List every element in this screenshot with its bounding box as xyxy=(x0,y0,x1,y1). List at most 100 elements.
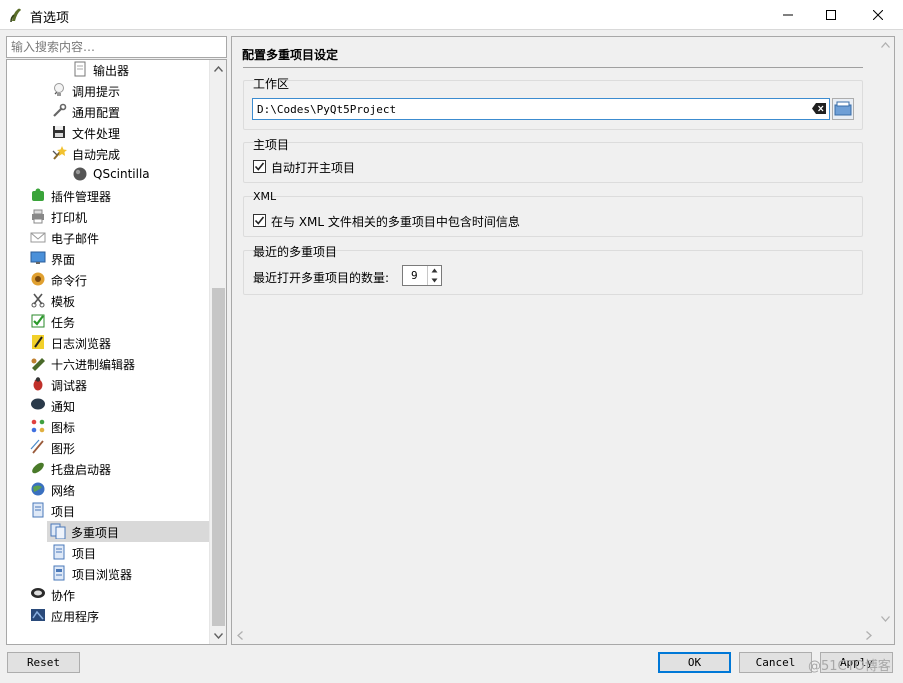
sidebar-item-24[interactable]: 项目 xyxy=(8,542,210,563)
include-timestamp-checkbox[interactable] xyxy=(253,214,266,227)
sidebar-item-16[interactable]: 调试器 xyxy=(8,374,210,395)
mail-icon xyxy=(30,232,46,243)
icons-icon xyxy=(31,419,45,433)
scissors-icon xyxy=(31,293,45,308)
sidebar-item-label: 插件管理器 xyxy=(51,190,112,204)
sidebar-item-1[interactable]: 输出器 xyxy=(8,60,210,80)
sidebar-item-13[interactable]: 任务 xyxy=(8,311,210,332)
recent-group-title: 最近的多重项目 xyxy=(253,245,338,259)
settings-tree[interactable]: 输出器调用提示通用配置 文件处理自动完成 QScintilla 插件管理器打印机电子邮… xyxy=(6,59,227,645)
hex-editor-icon xyxy=(31,358,45,371)
auto-open-master-label[interactable]: 自动打开主项目 xyxy=(271,159,355,176)
sidebar-item-label: 命令行 xyxy=(51,274,88,288)
sidebar-item-label: 项目浏览器 xyxy=(72,568,133,582)
sidebar-item-19[interactable]: 图形 xyxy=(8,437,210,458)
page-icon xyxy=(74,61,86,77)
sidebar-item-label: 调用提示 xyxy=(72,85,121,99)
sidebar-item-8[interactable]: 打印机 xyxy=(8,206,210,227)
page-title: 配置多重项目设定 xyxy=(242,48,339,62)
minimize-icon xyxy=(783,14,793,16)
workspace-group-title: 工作区 xyxy=(253,77,290,91)
bulb-icon xyxy=(54,83,64,96)
scroll-thumb[interactable] xyxy=(212,288,225,626)
minimize-button[interactable] xyxy=(765,0,811,30)
chevron-left-icon[interactable] xyxy=(232,627,249,644)
sidebar-item-9[interactable]: 电子邮件 xyxy=(8,227,210,248)
sidebar-item-label: QScintilla xyxy=(93,167,150,181)
multiproject-icon xyxy=(50,523,66,539)
sidebar-item-27[interactable]: 应用程序 xyxy=(8,605,210,626)
sidebar-item-25[interactable]: 项目浏览器 xyxy=(8,563,210,584)
printer-icon xyxy=(32,209,44,224)
search-input[interactable] xyxy=(6,36,227,58)
ball-icon xyxy=(73,167,87,181)
maximize-button[interactable] xyxy=(808,0,854,30)
sidebar-item-5[interactable]: 自动完成 xyxy=(8,143,210,164)
title-separator xyxy=(243,67,863,68)
chevron-up-icon[interactable] xyxy=(877,37,894,54)
brush-icon xyxy=(30,439,44,454)
sidebar-item-12[interactable]: 模板 xyxy=(8,290,210,311)
sidebar-item-label: 项目 xyxy=(51,505,76,519)
title-bar: 首选项 xyxy=(0,0,903,30)
sidebar-item-17[interactable]: 通知 xyxy=(8,395,210,416)
sidebar-item-15[interactable]: 十六进制编辑器 xyxy=(8,353,210,374)
scroll-up-button[interactable] xyxy=(210,60,226,77)
sidebar-item-3[interactable]: 通用配置 xyxy=(8,101,210,122)
sidebar-item-10[interactable]: 界面 xyxy=(8,248,210,269)
spin-down-icon[interactable] xyxy=(428,276,441,285)
sidebar-item-label: 模板 xyxy=(51,295,76,309)
close-button[interactable] xyxy=(855,0,901,30)
window-title: 首选项 xyxy=(30,11,70,26)
sidebar-item-22[interactable]: 项目 xyxy=(8,500,210,521)
workspace-path-input[interactable] xyxy=(252,98,830,120)
sidebar-item-6[interactable]: QScintilla xyxy=(8,164,210,185)
bug-icon xyxy=(33,377,43,391)
eric-app-icon xyxy=(10,8,21,23)
close-icon xyxy=(873,10,883,20)
cancel-button[interactable]: Cancel xyxy=(739,652,812,673)
floppy-icon xyxy=(53,126,65,138)
watermark-text: @51CTO博客 xyxy=(808,659,891,674)
sidebar-item-label: 自动完成 xyxy=(72,148,121,162)
sidebar-item-label: 应用程序 xyxy=(51,610,100,624)
spin-buttons[interactable] xyxy=(427,266,441,285)
reset-button[interactable]: Reset xyxy=(7,652,80,673)
wand-icon xyxy=(53,146,67,160)
folder-browse-icon[interactable] xyxy=(832,98,854,120)
sidebar-item-21[interactable]: 网络 xyxy=(8,479,210,500)
clear-icon[interactable] xyxy=(812,103,826,114)
sidebar-item-label: 项目 xyxy=(72,547,97,561)
sidebar-item-label: 日志浏览器 xyxy=(51,337,112,351)
sidebar-item-11[interactable]: 命令行 xyxy=(8,269,210,290)
sidebar-item-7[interactable]: 插件管理器 xyxy=(8,185,210,206)
sidebar-item-label: 托盘启动器 xyxy=(51,463,112,477)
project-icon xyxy=(53,544,65,560)
sidebar-item-label: 打印机 xyxy=(51,211,88,225)
sidebar-item-2[interactable]: 调用提示 xyxy=(8,80,210,101)
include-timestamp-label[interactable]: 在与 XML 文件相关的多重项目中包含时间信息 xyxy=(271,213,520,230)
panel-vertical-scrollbar[interactable] xyxy=(877,37,894,627)
panel-horizontal-scrollbar[interactable] xyxy=(232,627,877,644)
sidebar-item-4[interactable]: 文件处理 xyxy=(8,122,210,143)
recent-count-spinbox[interactable]: 9 xyxy=(402,265,442,286)
ok-button[interactable]: OK xyxy=(658,652,731,673)
monitor-icon xyxy=(30,251,46,264)
chevron-down-icon[interactable] xyxy=(877,610,894,627)
chevron-right-icon[interactable] xyxy=(860,627,877,644)
wrench-icon xyxy=(53,103,67,117)
sidebar-item-23[interactable]: 多重项目 xyxy=(47,521,210,542)
sidebar-item-label: 网络 xyxy=(51,484,76,498)
sidebar-item-26[interactable]: 协作 xyxy=(8,584,210,605)
tree-scrollbar[interactable] xyxy=(209,60,226,644)
sidebar-item-20[interactable]: 托盘启动器 xyxy=(8,458,210,479)
spin-up-icon[interactable] xyxy=(428,266,441,275)
puzzle-icon xyxy=(32,188,44,201)
recent-count-value[interactable]: 9 xyxy=(411,269,418,282)
sidebar-item-14[interactable]: 日志浏览器 xyxy=(8,332,210,353)
scroll-down-button[interactable] xyxy=(210,627,226,644)
sidebar-item-label: 调试器 xyxy=(51,379,88,393)
auto-open-master-checkbox[interactable] xyxy=(253,160,266,173)
sidebar-item-18[interactable]: 图标 xyxy=(8,416,210,437)
sidebar-item-label: 电子邮件 xyxy=(51,232,100,246)
